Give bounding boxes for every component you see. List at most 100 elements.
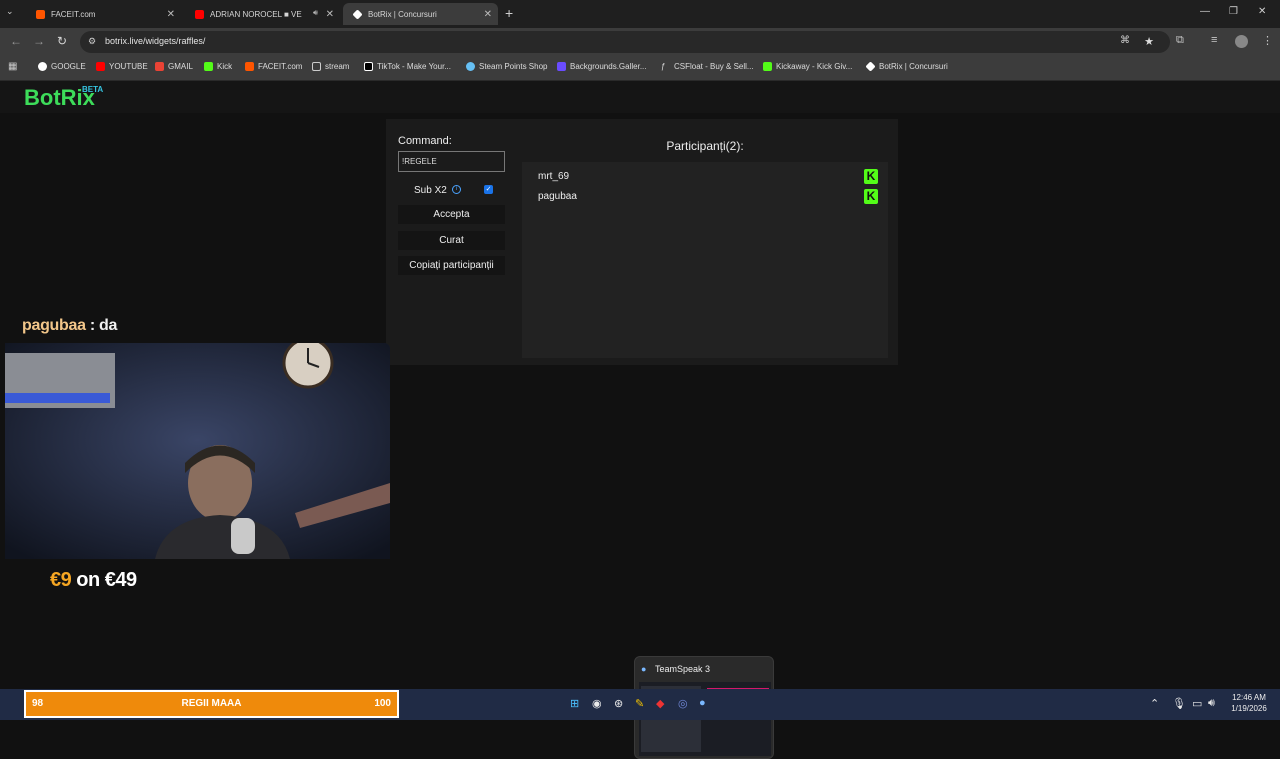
sub-x2-label: Sub X2 bbox=[414, 185, 447, 196]
sub-goal-target: 100 bbox=[374, 698, 391, 709]
bookmark-tiktok[interactable]: TikTok - Make Your... bbox=[364, 62, 451, 71]
goal-current: €9 bbox=[50, 569, 72, 591]
chat-username: pagubaa bbox=[22, 317, 86, 334]
tab-faceit[interactable]: FACEIT.com ✕ bbox=[26, 3, 181, 25]
bookmarks-bar: ▦ GOOGLE YOUTUBE GMAIL Kick FACEIT.com s… bbox=[0, 56, 1280, 81]
bookmark-label: Kick bbox=[217, 62, 233, 71]
close-tab-icon[interactable]: ✕ bbox=[167, 9, 175, 20]
restore-icon[interactable]: ❐ bbox=[1229, 6, 1238, 17]
brave-icon[interactable]: ◆ bbox=[656, 697, 664, 710]
faceit-icon bbox=[36, 9, 45, 19]
tab-label: BotRix | Concursuri bbox=[368, 9, 437, 19]
accept-button[interactable]: Accepta bbox=[398, 205, 505, 224]
webcam-image bbox=[5, 343, 390, 559]
translate-icon[interactable]: ⌘ bbox=[1120, 35, 1130, 46]
apps-grid-icon[interactable]: ▦ bbox=[8, 61, 17, 72]
chat-message: pagubaa : da bbox=[22, 317, 117, 335]
beta-badge: BETA bbox=[82, 85, 104, 94]
profile-avatar[interactable] bbox=[1235, 35, 1248, 48]
command-label: Command: bbox=[398, 135, 452, 147]
omnibox[interactable]: ⚙ botrix.live/widgets/raffles/ ⌘ ★ bbox=[80, 31, 1170, 53]
bookmark-label: FACEIT.com bbox=[258, 62, 303, 71]
info-icon[interactable]: i bbox=[452, 185, 461, 194]
goal-total: on €49 bbox=[71, 569, 137, 591]
clock-time[interactable]: 12:46 AM bbox=[1226, 693, 1272, 702]
speaker-icon[interactable]: 🔊︎ bbox=[313, 8, 318, 18]
participant-row[interactable]: pagubaa K bbox=[538, 188, 878, 208]
bookmark-backgrounds[interactable]: Backgrounds.Galler... bbox=[557, 62, 646, 71]
bookmark-label: YOUTUBE bbox=[109, 62, 148, 71]
close-window-icon[interactable]: ✕ bbox=[1258, 6, 1266, 17]
teamspeak-taskbar-icon[interactable]: ● bbox=[699, 697, 706, 709]
bookmark-label: Backgrounds.Galler... bbox=[570, 62, 647, 71]
site-info-icon[interactable]: ⚙ bbox=[88, 36, 96, 47]
forward-icon[interactable]: → bbox=[33, 34, 45, 48]
new-tab-button[interactable]: + bbox=[505, 5, 513, 21]
participant-name: mrt_69 bbox=[538, 171, 570, 182]
menu-icon[interactable]: ⋮ bbox=[1262, 34, 1273, 47]
bookmark-faceit[interactable]: FACEIT.com bbox=[245, 62, 302, 71]
bookmark-steam[interactable]: Steam Points Shop bbox=[466, 62, 547, 71]
microphone-icon[interactable]: 🎙︎ bbox=[1172, 697, 1186, 710]
discord-icon[interactable]: ◎ bbox=[678, 697, 688, 710]
brand-header: BotRix BETA bbox=[0, 81, 1280, 113]
bookmark-label: CSFloat - Buy & Sell... bbox=[674, 62, 754, 71]
tray-chevron-icon[interactable]: ⌃ bbox=[1150, 697, 1159, 710]
bookmark-stream-folder[interactable]: stream bbox=[312, 62, 349, 71]
kick-icon: K bbox=[864, 189, 878, 204]
donation-goal: €9 on €49 bbox=[50, 569, 137, 592]
bookmark-csfloat[interactable]: ƒ CSFloat - Buy & Sell... bbox=[661, 62, 754, 71]
sub-goal-current: 98 bbox=[32, 698, 44, 709]
clock-date[interactable]: 1/19/2026 bbox=[1226, 704, 1272, 713]
bookmark-label: GMAIL bbox=[168, 62, 193, 71]
chat-text: : da bbox=[85, 317, 118, 334]
tab-search-icon[interactable]: ⌄ bbox=[6, 6, 14, 17]
media-icon[interactable]: ≡ bbox=[1211, 34, 1217, 46]
close-tab-icon[interactable]: ✕ bbox=[326, 9, 334, 20]
participants-title: Participanți(2): bbox=[666, 139, 744, 153]
youtube-icon bbox=[195, 9, 204, 19]
command-input[interactable] bbox=[398, 151, 505, 172]
raffle-widget: Command: Sub X2 i ✓ Accepta Curat Copiaț… bbox=[386, 119, 898, 365]
sub-goal-label: REGII MAAA bbox=[181, 698, 242, 709]
bookmark-label: BotRix | Concursuri bbox=[879, 62, 948, 71]
participant-row[interactable]: mrt_69 K bbox=[538, 168, 878, 188]
bookmark-star-icon[interactable]: ★ bbox=[1144, 35, 1154, 48]
back-icon[interactable]: ← bbox=[10, 34, 22, 48]
participants-list: mrt_69 K pagubaa K bbox=[522, 162, 888, 358]
reload-icon[interactable]: ↻ bbox=[57, 34, 67, 48]
sub-x2-checkbox[interactable]: ✓ bbox=[484, 185, 493, 194]
steam-icon[interactable]: ⊛ bbox=[614, 697, 623, 710]
bookmark-google[interactable]: GOOGLE bbox=[38, 62, 86, 71]
bookmark-kick[interactable]: Kick bbox=[204, 62, 232, 71]
display-icon[interactable]: ▭ bbox=[1192, 697, 1202, 710]
bookmark-label: stream bbox=[325, 62, 350, 71]
tab-label: ADRIAN NOROCEL ■ VE bbox=[210, 9, 302, 19]
clear-button[interactable]: Curat bbox=[398, 231, 505, 250]
taskbar: REGII MAAA 98 100 ⊞ ◉ ⊛ ✎ ◆ ◎ ● ⌃ 🎙︎ ▭ 🔊… bbox=[0, 689, 1280, 720]
minimize-icon[interactable]: — bbox=[1200, 6, 1210, 17]
tab-label: FACEIT.com bbox=[51, 9, 96, 19]
bookmark-kickaway[interactable]: Kickaway - Kick Giv... bbox=[763, 62, 852, 71]
tab-botrix[interactable]: BotRix | Concursuri ✕ bbox=[343, 3, 498, 25]
tab-youtube[interactable]: ADRIAN NOROCEL ■ VE 🔊︎ ✕ bbox=[185, 3, 340, 25]
volume-icon[interactable]: 🔊︎ bbox=[1208, 697, 1215, 710]
bookmark-botrix[interactable]: BotRix | Concursuri bbox=[865, 61, 948, 72]
webcam-feed bbox=[5, 343, 390, 559]
sub-goal-bar: REGII MAAA 98 100 bbox=[24, 690, 399, 718]
extensions-icon[interactable]: ⧉ bbox=[1176, 34, 1184, 47]
chrome-icon[interactable]: ◉ bbox=[592, 697, 602, 710]
close-tab-icon[interactable]: ✕ bbox=[484, 9, 492, 20]
start-icon[interactable]: ⊞ bbox=[570, 697, 579, 710]
bookmark-label: TikTok - Make Your... bbox=[377, 62, 451, 71]
page-content: BotRix BETA Command: Sub X2 i ✓ Accepta … bbox=[0, 81, 1280, 759]
preview-title: TeamSpeak 3 bbox=[655, 664, 711, 674]
participant-name: pagubaa bbox=[538, 191, 577, 202]
bookmark-youtube[interactable]: YOUTUBE bbox=[96, 62, 148, 71]
bookmark-gmail[interactable]: GMAIL bbox=[155, 62, 193, 71]
copy-participants-button[interactable]: Copiați participanții bbox=[398, 256, 505, 275]
url-text[interactable]: botrix.live/widgets/raffles/ bbox=[105, 36, 205, 46]
notes-icon[interactable]: ✎ bbox=[635, 697, 644, 710]
address-bar-row: ← → ↻ ⚙ botrix.live/widgets/raffles/ ⌘ ★… bbox=[0, 28, 1280, 56]
bookmark-label: Kickaway - Kick Giv... bbox=[776, 62, 853, 71]
